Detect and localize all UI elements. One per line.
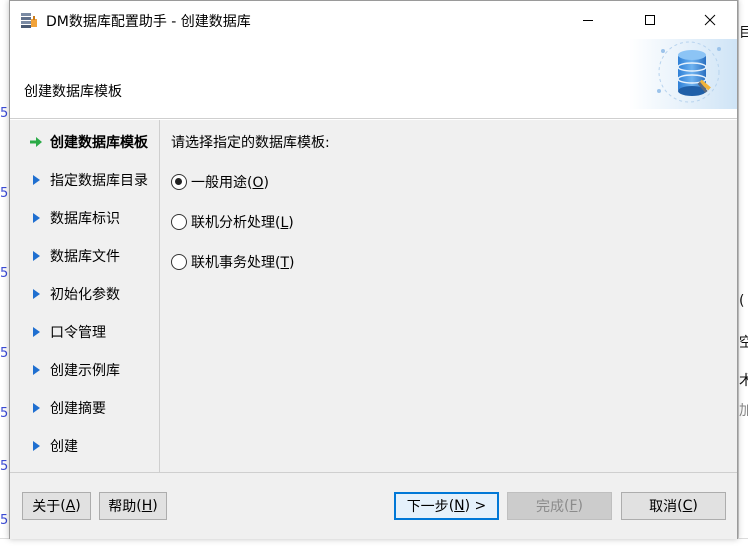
header-title: 创建数据库模板 — [24, 84, 122, 100]
finish-button[interactable]: 完成(F) — [507, 492, 612, 520]
dialog-window: DM数据库配置助手 - 创建数据库 创建数据库模板 创建数据库模板 指定数据库目… — [9, 0, 738, 539]
wizard-footer: 关于(A) 帮助(H) 下一步(N) > 完成(F) 取消(C) — [10, 472, 737, 539]
option-label: 联机事务处理(T) — [191, 255, 295, 271]
about-button[interactable]: 关于(A) — [22, 492, 91, 520]
background-glyph: ( — [739, 293, 745, 309]
background-glyph: 5 — [0, 406, 9, 421]
nav-step: 创建数据库模板 — [28, 130, 148, 154]
arrow-right-icon — [28, 134, 44, 150]
app-icon — [21, 13, 37, 28]
next-button[interactable]: 下一步(N) > — [394, 492, 499, 520]
triangle-right-icon — [28, 324, 44, 340]
background-right-strip: 目 ( 空 术 加 — [738, 0, 748, 547]
triangle-right-icon — [28, 210, 44, 226]
wizard-header: 创建数据库模板 — [10, 39, 737, 119]
background-glyph: 5 — [0, 459, 9, 474]
option-olap[interactable]: 联机分析处理(L) — [171, 210, 294, 234]
database-banner-icon — [629, 39, 737, 109]
triangle-right-icon — [28, 400, 44, 416]
triangle-right-icon — [28, 362, 44, 378]
background-glyph: 5 — [0, 186, 9, 201]
background-glyph: 目 — [739, 25, 748, 41]
nav-step: 数据库标识 — [28, 206, 120, 230]
nav-step-label: 初始化参数 — [50, 287, 120, 303]
radio-oltp[interactable] — [171, 254, 187, 270]
nav-step: 创建 — [28, 434, 78, 458]
option-general-purpose[interactable]: 一般用途(O) — [171, 170, 269, 194]
help-button[interactable]: 帮助(H) — [99, 492, 167, 520]
wizard-step-list: 创建数据库模板 指定数据库目录 数据库标识数据库文件初始化参数口令管理创建示例库创建… — [10, 120, 160, 472]
nav-step-label: 口令管理 — [50, 325, 106, 341]
minimize-icon — [583, 20, 593, 21]
title-bar[interactable]: DM数据库配置助手 - 创建数据库 — [10, 1, 737, 39]
cancel-button[interactable]: 取消(C) — [621, 492, 726, 520]
radio-general-purpose[interactable] — [171, 174, 187, 190]
background-glyph: 5 — [0, 346, 9, 361]
background-glyph: 5 — [0, 106, 9, 121]
option-label: 一般用途(O) — [191, 175, 269, 191]
nav-step: 指定数据库目录 — [28, 168, 148, 192]
wizard-body: 创建数据库模板 指定数据库目录 数据库标识数据库文件初始化参数口令管理创建示例库创建… — [10, 120, 737, 472]
minimize-button[interactable] — [565, 1, 611, 39]
nav-step-label: 创建示例库 — [50, 363, 120, 379]
triangle-right-icon — [28, 248, 44, 264]
nav-step: 初始化参数 — [28, 282, 120, 306]
background-bottom-strip — [0, 538, 748, 547]
nav-step-label: 创建数据库模板 — [50, 135, 148, 151]
window-title: DM数据库配置助手 - 创建数据库 — [46, 14, 251, 30]
nav-step: 创建示例库 — [28, 358, 120, 382]
triangle-right-icon — [28, 172, 44, 188]
background-glyph: 空 — [739, 335, 748, 351]
nav-step-label: 创建摘要 — [50, 401, 106, 417]
triangle-right-icon — [28, 286, 44, 302]
triangle-right-icon — [28, 438, 44, 454]
background-glyph: 加 — [739, 403, 748, 419]
nav-step-label: 数据库标识 — [50, 211, 120, 227]
nav-step: 数据库文件 — [28, 244, 120, 268]
nav-step-label: 创建 — [50, 439, 78, 455]
option-oltp[interactable]: 联机事务处理(T) — [171, 250, 295, 274]
template-prompt: 请选择指定的数据库模板: — [171, 135, 330, 151]
option-label: 联机分析处理(L) — [191, 215, 294, 231]
radio-olap[interactable] — [171, 214, 187, 230]
template-selection-panel: 请选择指定的数据库模板: 一般用途(O) 联机分析处理(L) 联机事务处理(T) — [161, 120, 737, 472]
background-glyph: 5 — [0, 266, 9, 281]
close-button[interactable] — [687, 1, 733, 39]
nav-step: 口令管理 — [28, 320, 106, 344]
close-icon — [704, 14, 716, 26]
nav-step-label: 数据库文件 — [50, 249, 120, 265]
maximize-icon — [645, 15, 655, 25]
nav-step-label: 指定数据库目录 — [50, 173, 148, 189]
nav-step: 创建摘要 — [28, 396, 106, 420]
maximize-button[interactable] — [627, 1, 673, 39]
background-glyph: 5 — [0, 513, 9, 528]
background-glyph: 术 — [739, 373, 748, 389]
